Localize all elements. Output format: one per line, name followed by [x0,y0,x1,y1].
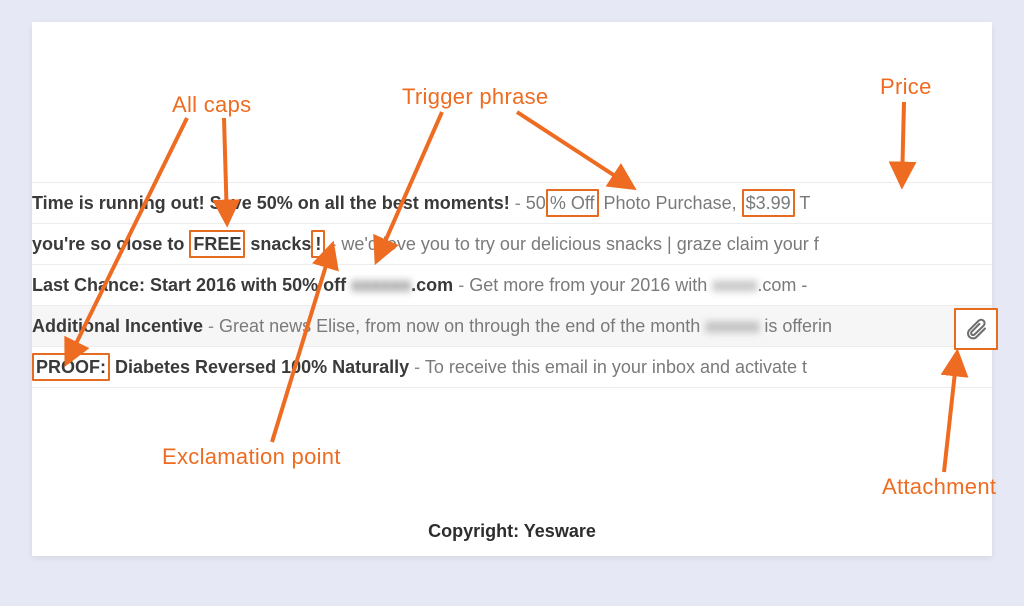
email-preview: 50% Off Photo Purchase, $3.99 T [526,193,811,213]
email-row: Additional Incentive - Great news Elise,… [32,305,992,346]
email-row: Time is running out! Save 50% on all the… [32,182,992,223]
email-preview: To receive this email in your inbox and … [425,357,807,377]
annotation-trigger-phrase: Trigger phrase [402,84,548,110]
highlight-percent-off: % Off [546,189,599,217]
email-row: you're so close to FREE snacks! - we'd l… [32,223,992,264]
email-list: Time is running out! Save 50% on all the… [32,182,992,388]
paperclip-icon [964,317,988,341]
annotation-all-caps: All caps [172,92,251,118]
redacted-text: xxxxx [712,265,757,305]
email-separator: - [208,316,219,336]
highlight-price: $3.99 [742,189,795,217]
email-separator: - [330,234,341,254]
email-subject: Time is running out! Save 50% on all the… [32,193,510,213]
redacted-text: xxxxxx [351,265,411,305]
email-preview: we'd love you to try our delicious snack… [341,234,818,254]
annotation-exclamation: Exclamation point [162,444,341,470]
email-row: PROOF: Diabetes Reversed 100% Naturally … [32,346,992,388]
email-subject: you're so close to FREE snacks! [32,234,330,254]
email-row: Last Chance: Start 2016 with 50% off xxx… [32,264,992,305]
highlight-exclamation: ! [311,230,325,258]
annotation-price: Price [880,74,932,100]
email-subject: Last Chance: Start 2016 with 50% off xxx… [32,275,458,295]
email-separator: - [458,275,469,295]
highlight-free: FREE [189,230,245,258]
email-subject: PROOF: Diabetes Reversed 100% Naturally [32,357,414,377]
copyright-text: Copyright: Yesware [32,521,992,542]
email-preview: Get more from your 2016 with xxxxx.com - [469,275,807,295]
email-separator: - [515,193,526,213]
email-preview: Great news Elise, from now on through th… [219,316,832,336]
highlight-proof: PROOF: [32,353,110,381]
annotation-attachment: Attachment [882,474,996,500]
attachment-box [954,308,998,350]
redacted-text: xxxxxx [705,306,759,346]
figure-canvas: All caps Trigger phrase Price Exclamatio… [32,22,992,556]
email-subject: Additional Incentive [32,316,203,336]
email-separator: - [414,357,425,377]
